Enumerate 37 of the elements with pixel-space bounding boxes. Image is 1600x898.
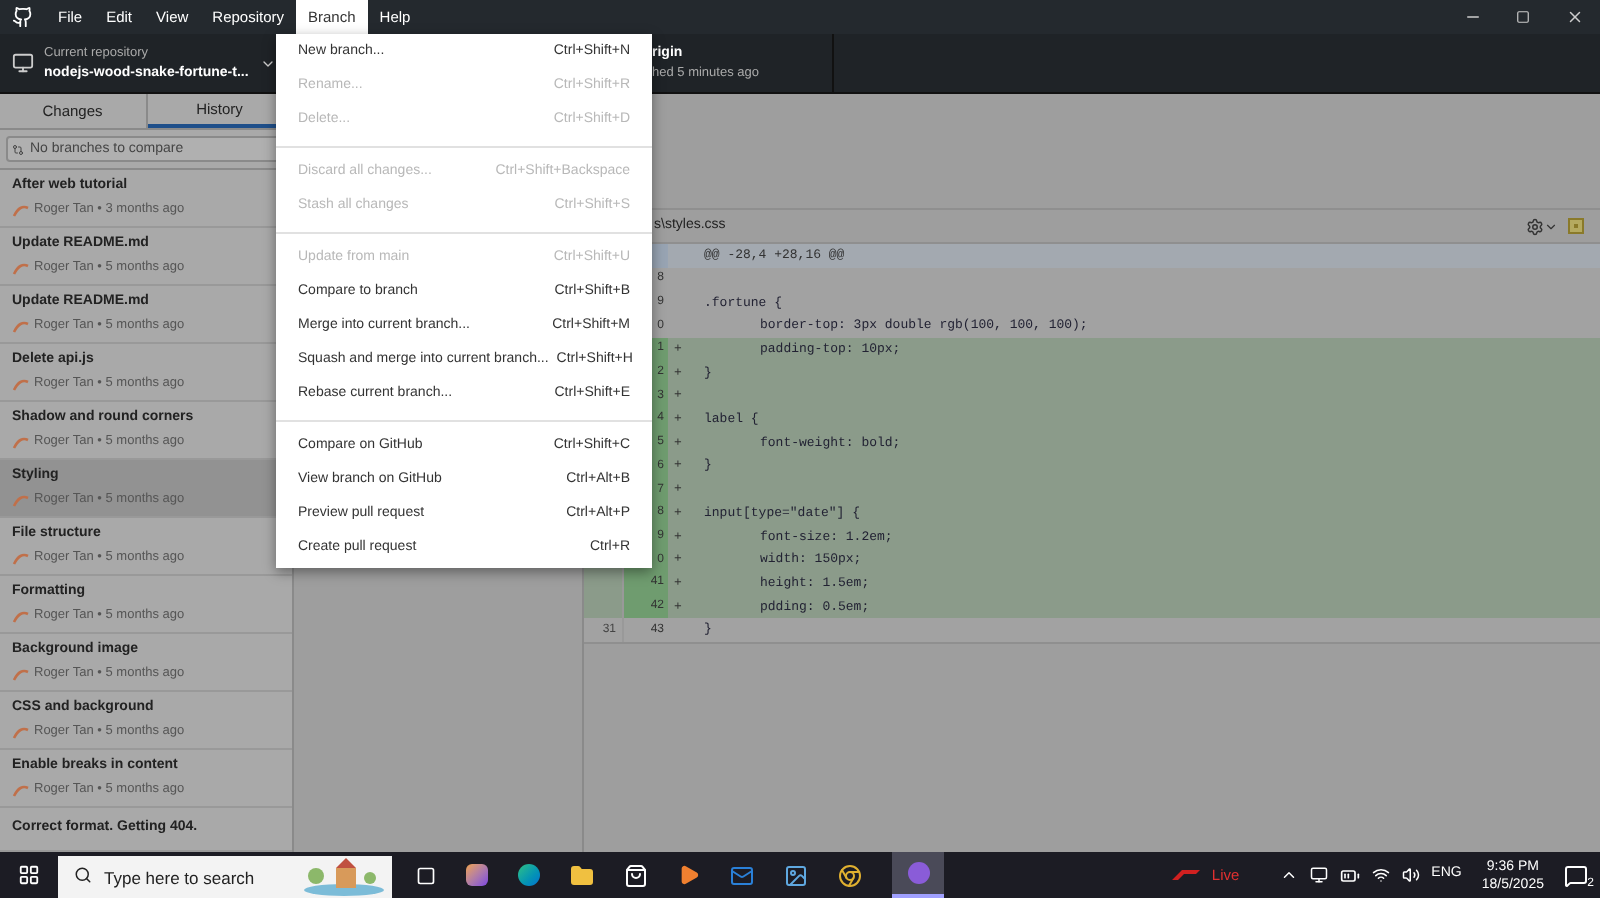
github-logo-icon	[12, 6, 34, 28]
battery-icon[interactable]	[1339, 865, 1360, 885]
store-icon[interactable]	[624, 863, 648, 887]
folder-icon[interactable]	[570, 863, 594, 887]
commit-author-icon	[12, 261, 30, 276]
github-desktop-icon[interactable]	[892, 852, 944, 898]
wifi-icon[interactable]	[1371, 866, 1390, 884]
copilot-icon[interactable]	[466, 864, 488, 886]
racing-logo-icon	[1171, 870, 1200, 880]
notifications-icon[interactable]	[1564, 863, 1588, 887]
commit-author-icon	[12, 609, 30, 624]
commit-author-icon	[12, 377, 30, 392]
commit-author-icon	[12, 319, 30, 334]
commit-author-icon	[12, 435, 30, 450]
close-icon[interactable]	[1566, 8, 1584, 26]
chevron-up-icon[interactable]	[1279, 866, 1298, 884]
media-player-icon[interactable]	[678, 864, 700, 886]
repository-icon	[12, 52, 34, 74]
task-view-icon[interactable]	[416, 865, 436, 885]
photos-icon[interactable]	[784, 863, 808, 887]
settings-icon[interactable]	[1526, 217, 1544, 235]
commit-author-icon	[12, 493, 30, 508]
edge-icon[interactable]	[518, 864, 540, 886]
commit-author-icon	[12, 551, 30, 566]
commit-author-icon	[12, 725, 30, 740]
device-icon[interactable]	[1309, 866, 1328, 884]
search-icon	[74, 866, 92, 884]
mail-icon[interactable]	[730, 863, 754, 887]
branch-compare-icon	[12, 143, 24, 155]
commit-author-icon	[12, 783, 30, 798]
volume-icon[interactable]	[1401, 866, 1420, 884]
start-icon[interactable]	[18, 864, 40, 886]
commit-author-icon	[12, 203, 30, 218]
chrome-icon[interactable]	[838, 863, 862, 887]
commit-author-icon	[12, 667, 30, 682]
maximize-icon[interactable]	[1516, 10, 1530, 24]
caret-icon[interactable]	[1544, 219, 1558, 233]
